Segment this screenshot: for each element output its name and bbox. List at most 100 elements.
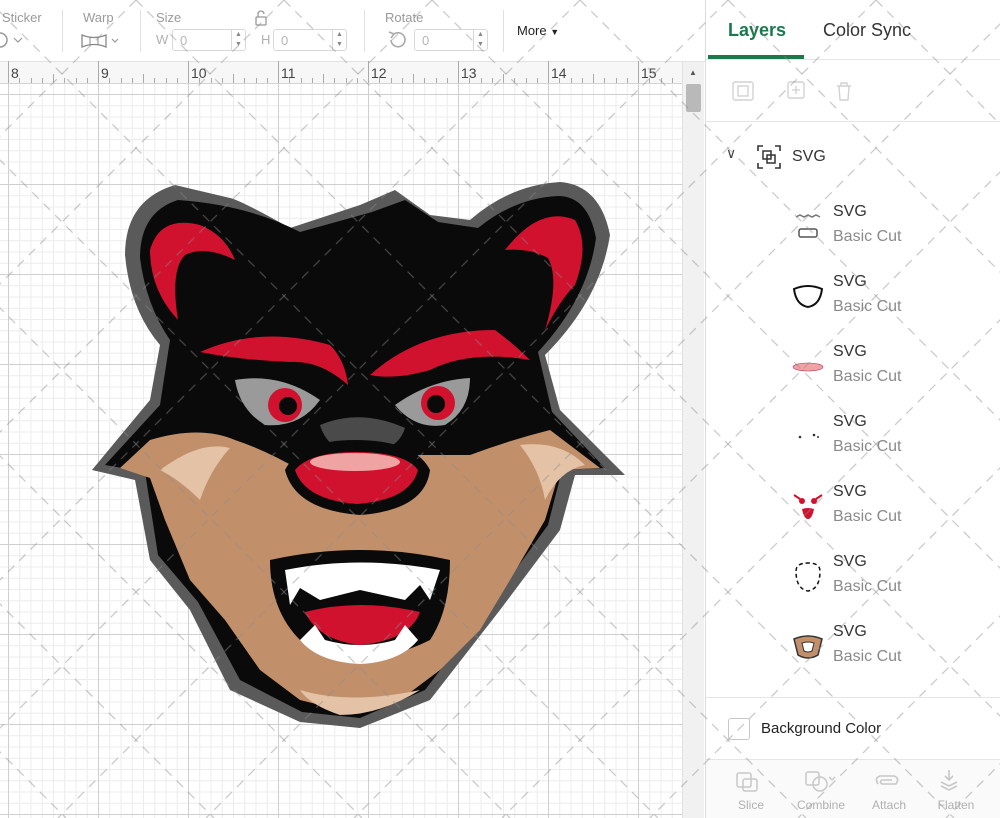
ruler-minor-tick [536, 78, 538, 83]
layer-thumbnail-icon [793, 494, 823, 519]
ruler-minor-tick [143, 74, 144, 83]
more-menu-button[interactable]: More ▼ [517, 23, 559, 38]
ruler-minor-tick [671, 78, 673, 83]
delete-icon[interactable] [833, 80, 855, 102]
top-toolbar: Sticker Warp Size W 0 ▲ ▼ H 0 ▲ ▼ Rotate… [0, 0, 705, 62]
ruler-minor-tick [424, 78, 426, 83]
layer-name: SVG [833, 273, 867, 290]
ruler-minor-tick [626, 78, 628, 83]
combine-icon [805, 771, 836, 792]
width-input[interactable]: 0 ▲ ▼ [172, 29, 246, 51]
ruler-major-tick [278, 61, 279, 83]
ruler-minor-tick [356, 78, 358, 83]
layer-thumbnail-icon [795, 214, 821, 238]
horizontal-ruler: 8 9 10 11 12 13 14 15 [0, 61, 682, 84]
rotate-input[interactable]: 0 ▲ ▼ [414, 29, 488, 51]
ruler-minor-tick [120, 78, 122, 83]
layer-item[interactable]: SVG Basic Cut [706, 267, 1000, 337]
ruler-minor-tick [300, 78, 302, 83]
ruler-minor-tick [233, 74, 234, 83]
ruler-minor-tick [401, 78, 403, 83]
layer-operation-type: Basic Cut [833, 438, 902, 455]
rotate-icon[interactable] [386, 29, 410, 51]
toolbar-separator [503, 10, 504, 52]
width-stepper-icon[interactable]: ▲ ▼ [231, 30, 245, 50]
layer-item[interactable]: SVG Basic Cut [706, 547, 1000, 617]
slice-button[interactable]: Slice [716, 760, 786, 818]
active-tab-indicator [708, 55, 804, 59]
action-label: Combine [796, 798, 846, 812]
panel-tabs: Layers Color Sync [706, 0, 1000, 60]
group-layers-icon[interactable] [731, 80, 755, 102]
ruler-minor-tick [593, 74, 594, 83]
ruler-minor-tick [323, 74, 324, 83]
layer-item[interactable]: SVG Basic Cut [706, 617, 1000, 687]
layer-name: SVG [833, 623, 867, 640]
sticker-icon [0, 32, 23, 48]
mascot-image[interactable] [0, 84, 682, 818]
duplicate-icon[interactable] [783, 80, 807, 102]
layer-item[interactable]: SVG Basic Cut [706, 407, 1000, 477]
ruler-minor-tick [435, 78, 437, 83]
width-value: 0 [180, 33, 188, 48]
layer-operation-type: Basic Cut [833, 508, 902, 525]
rotate-stepper-icon[interactable]: ▲ ▼ [473, 30, 487, 50]
mascot-nose-highlight [310, 453, 400, 471]
ruler-minor-tick [660, 78, 662, 83]
design-canvas[interactable] [0, 84, 682, 818]
flatten-button[interactable]: Flatten [921, 760, 991, 818]
ruler-minor-tick [244, 78, 246, 83]
scroll-up-icon[interactable]: ▲ [689, 68, 697, 77]
ruler-number: 8 [11, 65, 19, 81]
layer-name: SVG [833, 203, 867, 220]
ruler-major-tick [368, 61, 369, 83]
ruler-minor-tick [64, 78, 66, 83]
ruler-number: 9 [101, 65, 109, 81]
tab-color-sync[interactable]: Color Sync [823, 20, 911, 41]
layer-name: SVG [833, 413, 867, 430]
ruler-minor-tick [154, 78, 156, 83]
chevron-down-icon[interactable]: ∨ [726, 145, 736, 162]
ruler-minor-tick [413, 74, 414, 83]
layer-operation-type: Basic Cut [833, 578, 902, 595]
background-color-checkbox[interactable] [728, 718, 750, 740]
action-label: Flatten [937, 798, 975, 812]
toolbar-separator [140, 10, 141, 52]
ruler-minor-tick [19, 78, 21, 83]
ruler-major-tick [638, 61, 639, 83]
layer-item[interactable]: SVG Basic Cut [706, 477, 1000, 547]
ruler-minor-tick [390, 78, 392, 83]
warp-control[interactable]: Warp [78, 0, 138, 62]
height-input[interactable]: 0 ▲ ▼ [273, 29, 347, 51]
layer-item[interactable]: SVG Basic Cut [706, 197, 1000, 267]
vertical-scrollbar[interactable]: ▲ [682, 62, 704, 818]
layer-item[interactable]: SVG Basic Cut [706, 337, 1000, 407]
tab-layers[interactable]: Layers [728, 20, 786, 41]
layer-group-row[interactable]: ∨ SVG [706, 136, 1000, 176]
ruler-minor-tick [334, 78, 336, 83]
attach-button[interactable]: Attach [854, 760, 924, 818]
layer-thumbnail-icon [795, 562, 821, 592]
height-stepper-icon[interactable]: ▲ ▼ [332, 30, 346, 50]
height-short-label: H [261, 32, 271, 47]
ruler-minor-tick [86, 78, 88, 83]
ruler-number: 14 [551, 65, 567, 81]
ruler-minor-tick [480, 78, 482, 83]
ruler-minor-tick [581, 78, 583, 83]
mascot-pupil-right-dark [427, 395, 445, 413]
layer-operation-type: Basic Cut [833, 648, 902, 665]
combine-button[interactable]: Combine [786, 760, 856, 818]
scrollbar-thumb[interactable] [686, 84, 701, 112]
layer-name: SVG [833, 483, 867, 500]
action-label: Slice [737, 798, 764, 812]
lock-icon[interactable] [254, 10, 268, 26]
ruler-number: 11 [281, 65, 296, 81]
width-short-label: W [156, 32, 169, 47]
ruler-minor-tick [131, 78, 133, 83]
more-label: More [517, 23, 547, 38]
sticker-control[interactable]: Sticker [0, 0, 62, 62]
rotate-value: 0 [422, 33, 430, 48]
ruler-minor-tick [176, 78, 178, 83]
slice-icon [736, 772, 758, 792]
layer-thumbnail-icon [792, 362, 824, 372]
